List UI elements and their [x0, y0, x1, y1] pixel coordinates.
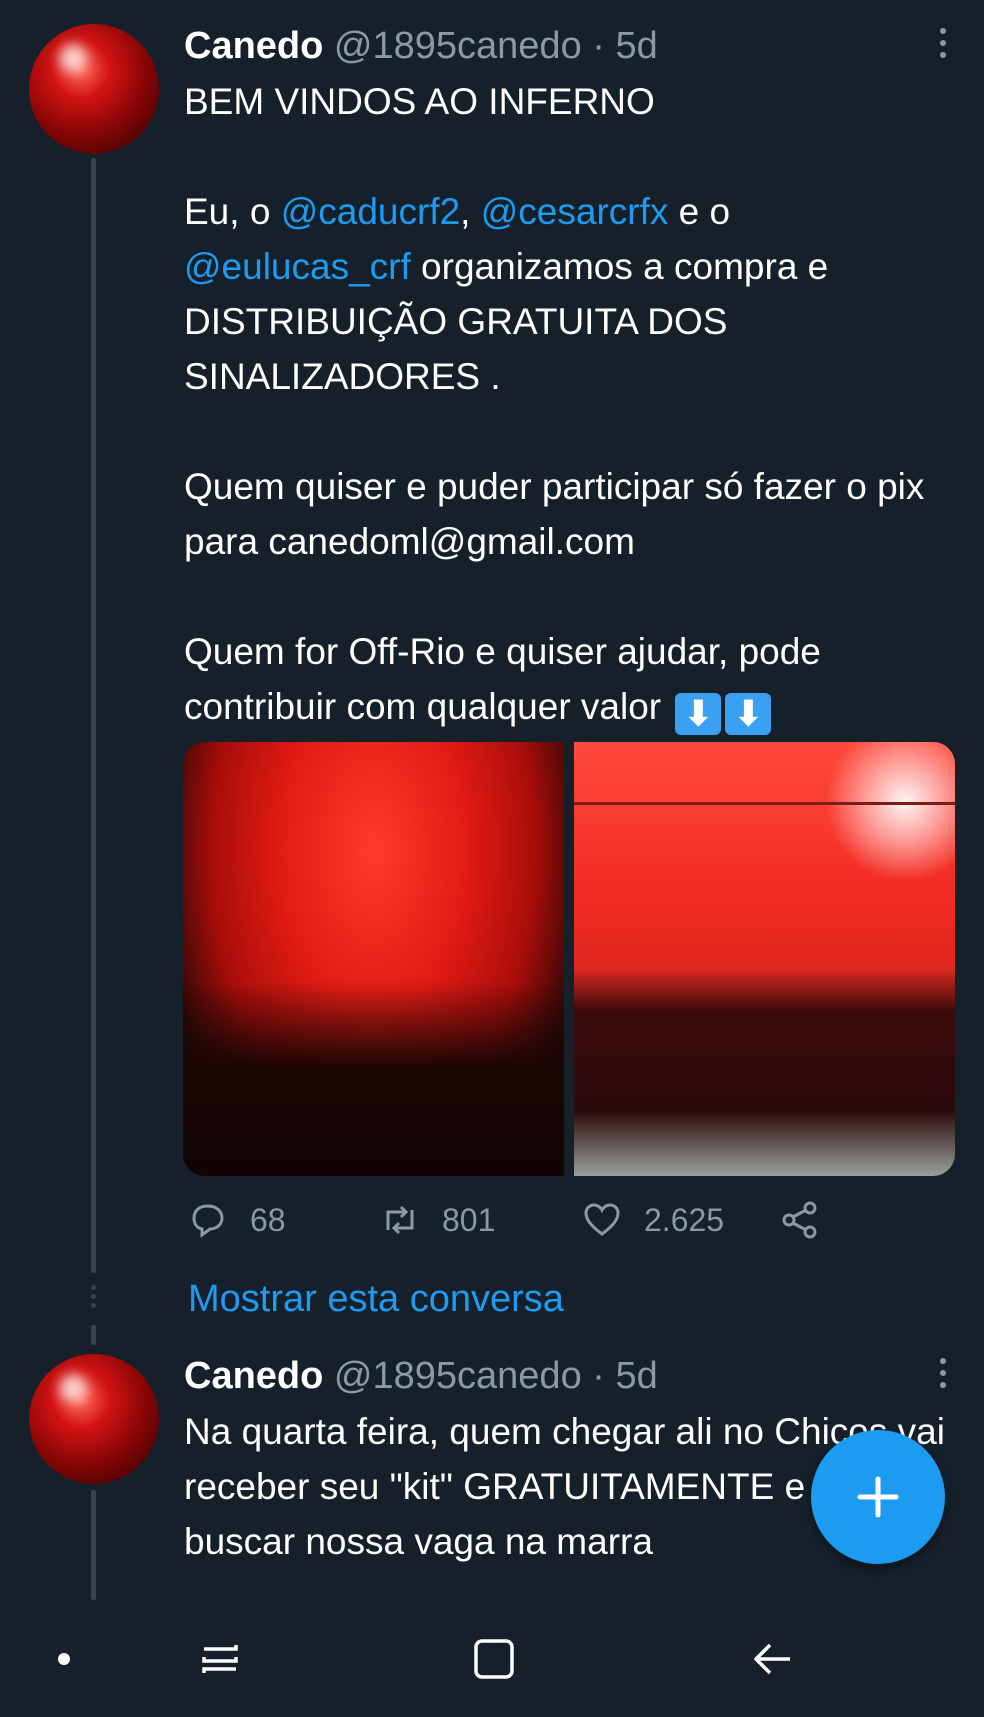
author-name[interactable]: Canedo: [184, 1355, 323, 1397]
reply-count: 68: [250, 1201, 286, 1238]
avatar[interactable]: [29, 24, 159, 154]
thread-line: [91, 1490, 96, 1600]
avatar[interactable]: [29, 1354, 159, 1484]
tweet-paragraph: Quem quiser e puder participar só fazer …: [184, 466, 925, 562]
reply-button[interactable]: 68: [188, 1200, 286, 1240]
thread-line: [91, 1325, 96, 1345]
home-button[interactable]: [462, 1600, 526, 1717]
tweet-actions: 68 801 2.625: [184, 1200, 884, 1250]
compose-tweet-button[interactable]: [811, 1430, 945, 1564]
reply-icon: [192, 1204, 224, 1238]
author-name[interactable]: Canedo: [184, 25, 323, 67]
home-icon: [474, 1638, 514, 1679]
author-handle[interactable]: @1895canedo: [334, 1355, 582, 1397]
more-options-icon[interactable]: [938, 28, 948, 62]
plus-icon: [857, 1476, 899, 1518]
back-arrow-icon: [754, 1643, 790, 1674]
share-icon: [782, 1201, 817, 1239]
heart-icon: [584, 1203, 620, 1236]
retweet-button[interactable]: 801: [380, 1200, 495, 1240]
mention-link[interactable]: @eulucas_crf: [184, 246, 411, 287]
tweet-line: BEM VINDOS AO INFERNO: [184, 81, 655, 122]
tweet-header: Canedo @1895canedo · 5d: [184, 1354, 658, 1398]
more-options-icon[interactable]: [938, 1358, 948, 1392]
tweet-media: [183, 742, 955, 1176]
tweet-paragraph: Eu, o @caducrf2, @cesarcrfx e o @eulucas…: [184, 191, 829, 397]
tweet-paragraph: Quem for Off-Rio e quiser ajudar, pode c…: [184, 631, 821, 735]
recent-apps-button[interactable]: [190, 1600, 250, 1717]
media-image[interactable]: [183, 742, 564, 1176]
back-button[interactable]: [740, 1600, 804, 1717]
mention-link[interactable]: @caducrf2: [281, 191, 460, 232]
like-button[interactable]: 2.625: [582, 1200, 724, 1240]
timestamp: · 5d: [592, 25, 658, 67]
retweet-count: 801: [442, 1201, 496, 1238]
show-thread-link[interactable]: Mostrar esta conversa: [188, 1278, 564, 1321]
down-arrow-emoji: ⬇: [725, 693, 772, 735]
thread-gap-dots: [91, 1285, 96, 1312]
system-nav-bar: [0, 1600, 984, 1717]
dot-icon: [58, 1652, 70, 1665]
mention-link[interactable]: @cesarcrfx: [481, 191, 669, 232]
timestamp: · 5d: [592, 1355, 658, 1397]
nav-dot[interactable]: [44, 1600, 84, 1717]
like-count: 2.625: [644, 1201, 725, 1238]
media-image[interactable]: [574, 742, 955, 1176]
author-handle[interactable]: @1895canedo: [334, 25, 582, 67]
down-arrow-emoji: ⬇: [675, 693, 722, 735]
tweet-text: BEM VINDOS AO INFERNO Eu, o @caducrf2, @…: [184, 74, 964, 735]
recent-apps-icon: [202, 1644, 238, 1673]
share-button[interactable]: [780, 1200, 820, 1240]
thread-line: [91, 158, 96, 1273]
retweet-icon: [386, 1205, 414, 1235]
tweet-header: Canedo @1895canedo · 5d: [184, 24, 658, 68]
